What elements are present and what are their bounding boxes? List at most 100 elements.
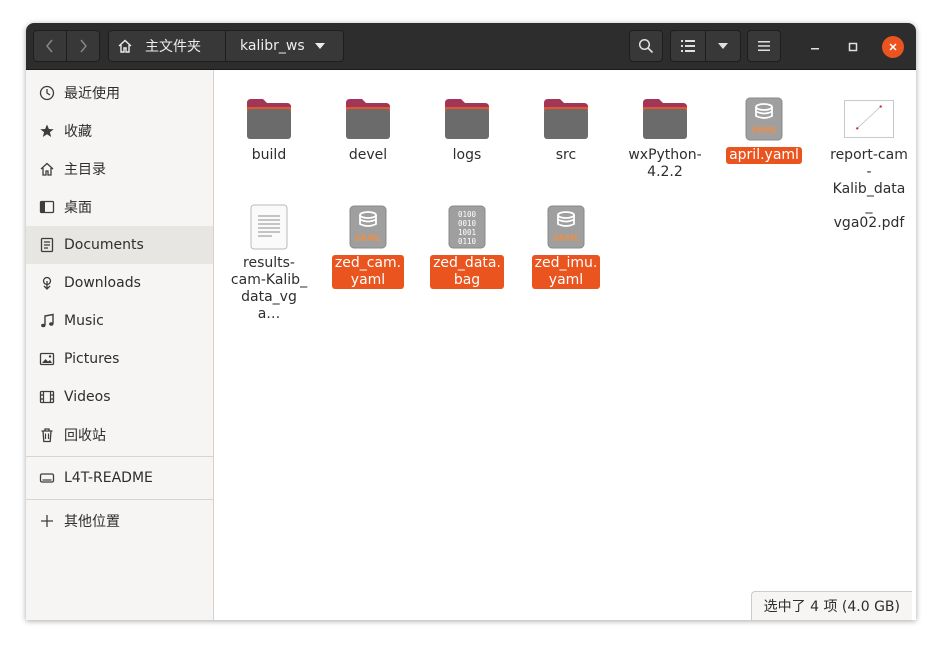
file-name: zed_data. bag: [430, 255, 504, 289]
sidebar-item-recent[interactable]: 最近使用: [26, 74, 213, 112]
minimize-icon: [811, 48, 819, 50]
picture-icon: [39, 351, 55, 367]
sidebar-item-label: Pictures: [64, 351, 120, 367]
yaml-file-icon: YAML: [343, 202, 393, 252]
file-item[interactable]: YAML zed_cam. yaml: [326, 202, 410, 289]
text-file-icon: [244, 202, 294, 252]
sidebar-item-label: 桌面: [64, 200, 92, 216]
header-bar: 主文件夹 kalibr_ws: [26, 23, 916, 70]
chevron-left-icon: [46, 39, 53, 53]
close-button[interactable]: [882, 36, 904, 58]
path-home-button[interactable]: 主文件夹: [109, 31, 226, 61]
dropdown-arrow-icon: [718, 43, 728, 49]
forward-button[interactable]: [66, 31, 99, 61]
sidebar-item-label: 最近使用: [64, 86, 120, 102]
trash-icon: [39, 427, 55, 443]
dropdown-arrow-icon: [314, 43, 325, 49]
sidebar-divider: [26, 456, 213, 457]
folder-item[interactable]: logs: [425, 94, 509, 164]
svg-text:0010: 0010: [458, 219, 477, 228]
svg-text:0100: 0100: [458, 210, 477, 219]
home-icon: [39, 161, 55, 177]
navigation-buttons: [33, 30, 100, 62]
document-icon: [39, 237, 55, 253]
path-current-label: kalibr_ws: [240, 38, 305, 54]
sidebar-item-label: Downloads: [64, 275, 141, 291]
film-icon: [39, 389, 55, 405]
file-manager-window: 主文件夹 kalibr_ws 最近使用 收藏 主目录 桌面 Documents …: [26, 23, 916, 620]
search-icon: [638, 38, 654, 54]
sidebar-item-documents[interactable]: Documents: [26, 226, 213, 264]
file-name: devel: [348, 147, 388, 163]
yaml-file-icon: YAML: [739, 94, 789, 144]
sidebar-item-label: 收藏: [64, 124, 92, 140]
music-icon: [39, 313, 55, 329]
file-name: logs: [452, 147, 482, 163]
list-view-icon: [681, 40, 695, 52]
folder-icon: [541, 94, 591, 144]
file-name: src: [555, 147, 577, 163]
file-item[interactable]: results- cam-Kalib_ data_vga…: [227, 202, 311, 323]
chevron-right-icon: [80, 39, 87, 53]
sidebar-item-label: 主目录: [64, 162, 106, 178]
hamburger-menu-icon: [758, 41, 770, 51]
sidebar-divider: [26, 499, 213, 500]
search-button[interactable]: [629, 30, 663, 62]
back-button[interactable]: [34, 31, 66, 61]
desktop-icon: [39, 199, 55, 215]
list-view-button[interactable]: [671, 31, 705, 61]
sidebar-item-pictures[interactable]: Pictures: [26, 340, 213, 378]
svg-text:1001: 1001: [458, 228, 476, 237]
file-view: build devel logs src wxPython- 4.2.2 YAML apri…: [215, 70, 916, 620]
folder-item[interactable]: build: [227, 94, 311, 164]
file-name: zed_imu. yaml: [531, 255, 601, 289]
file-item[interactable]: YAML april.yaml: [722, 94, 806, 164]
path-home-label: 主文件夹: [145, 39, 201, 55]
sidebar-item-label: Videos: [64, 389, 111, 405]
sidebar-item-starred[interactable]: 收藏: [26, 112, 213, 150]
sidebar-item-home[interactable]: 主目录: [26, 150, 213, 188]
path-bar: 主文件夹 kalibr_ws: [108, 30, 344, 62]
clock-icon: [39, 85, 55, 101]
folder-icon: [244, 94, 294, 144]
view-options: [670, 30, 741, 62]
folder-icon: [442, 94, 492, 144]
sidebar-item-other-locations[interactable]: 其他位置: [26, 502, 213, 540]
sidebar-item-trash[interactable]: 回收站: [26, 416, 213, 454]
sidebar-item-music[interactable]: Music: [26, 302, 213, 340]
file-name: build: [251, 147, 287, 163]
sidebar-item-videos[interactable]: Videos: [26, 378, 213, 416]
folder-item[interactable]: wxPython- 4.2.2: [623, 94, 707, 181]
folder-item[interactable]: src: [524, 94, 608, 164]
path-current-button[interactable]: kalibr_ws: [226, 31, 343, 61]
sidebar-item-downloads[interactable]: Downloads: [26, 264, 213, 302]
maximize-button[interactable]: [842, 36, 864, 58]
view-dropdown-button[interactable]: [705, 31, 740, 61]
file-item[interactable]: 0100 0010 1001 0110 zed_data. bag: [425, 202, 509, 289]
file-name: report-cam- Kalib_data_ vga02.pdf: [830, 147, 908, 231]
file-name: results- cam-Kalib_ data_vga…: [230, 255, 308, 322]
svg-text:0110: 0110: [458, 237, 477, 246]
sidebar-item-desktop[interactable]: 桌面: [26, 188, 213, 226]
binary-file-icon: 0100 0010 1001 0110: [442, 202, 492, 252]
selection-status: 选中了 4 项 (4.0 GB): [750, 591, 912, 620]
drive-icon: [39, 470, 55, 486]
maximize-icon: [848, 42, 858, 52]
folder-icon: [343, 94, 393, 144]
pdf-thumbnail-icon: [844, 94, 894, 144]
sidebar-item-device-0[interactable]: L4T-README: [26, 459, 213, 497]
file-item[interactable]: YAML zed_imu. yaml: [524, 202, 608, 289]
menu-button[interactable]: [747, 30, 781, 62]
sidebar-item-label: 其他位置: [64, 514, 120, 530]
sidebar: 最近使用收藏主目录桌面 Documents Downloads Music Pictur…: [26, 70, 214, 620]
sidebar-item-label: Music: [64, 313, 104, 329]
minimize-button[interactable]: [804, 36, 826, 58]
star-icon: [39, 123, 55, 139]
folder-item[interactable]: devel: [326, 94, 410, 164]
folder-icon: [640, 94, 690, 144]
status-text: 选中了 4 项 (4.0 GB): [763, 599, 900, 615]
home-icon: [118, 39, 132, 53]
yaml-file-icon: YAML: [541, 202, 591, 252]
file-item[interactable]: report-cam- Kalib_data_ vga02.pdf: [827, 94, 911, 232]
file-name: zed_cam. yaml: [331, 255, 405, 289]
